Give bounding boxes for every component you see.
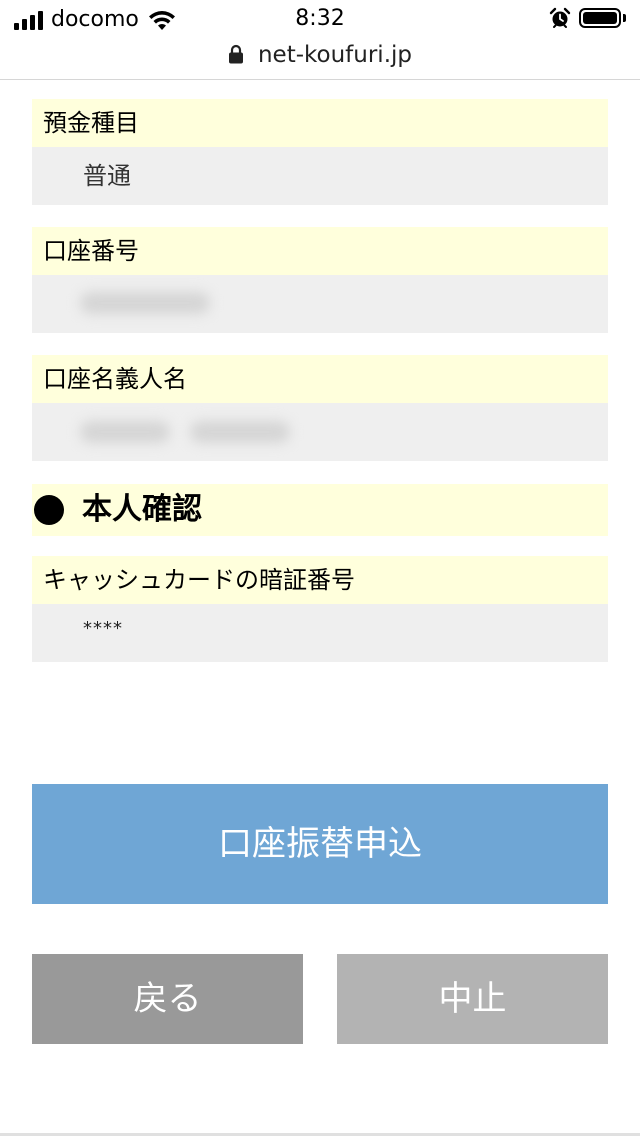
deposit-type-label: 預金種目 [32,99,608,147]
pin-field: キャッシュカードの暗証番号 **** [32,556,608,662]
account-number-value [32,275,608,333]
redacted-account-holder-2 [190,421,290,443]
redacted-account-number [80,292,210,314]
cancel-button[interactable]: 中止 [337,954,608,1044]
redacted-account-holder [80,421,170,443]
status-time: 8:32 [295,6,345,31]
url-display[interactable]: net-koufuri.jp [0,40,640,70]
apply-button[interactable]: 口座振替申込 [32,784,608,904]
bullet-icon [34,495,64,525]
deposit-type-field: 預金種目 普通 [32,99,608,205]
deposit-type-value: 普通 [32,147,608,205]
url-text: net-koufuri.jp [257,42,412,68]
account-holder-value [32,403,608,461]
account-number-field: 口座番号 [32,227,608,333]
url-bar[interactable]: net-koufuri.jp [0,40,640,80]
battery-icon [579,8,626,28]
identity-section-header: 本人確認 [32,484,608,536]
section-title: 本人確認 [82,492,202,527]
back-button[interactable]: 戻る [32,954,303,1044]
status-bar-right [549,7,626,29]
status-bar: docomo 8:32 [0,0,640,40]
account-number-label: 口座番号 [32,227,608,275]
lock-icon [228,44,243,64]
account-holder-label: 口座名義人名 [32,355,608,403]
pin-label: キャッシュカードの暗証番号 [32,556,608,604]
alarm-icon [549,7,571,28]
account-holder-field: 口座名義人名 [32,355,608,461]
pin-value: **** [32,604,608,662]
